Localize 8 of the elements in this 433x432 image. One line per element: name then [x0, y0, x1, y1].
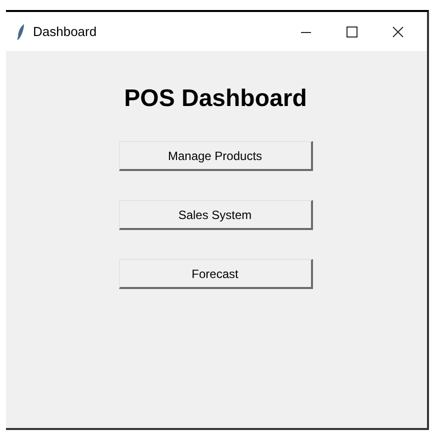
window-title: Dashboard	[33, 22, 97, 41]
menu-button[interactable]: Manage Products	[118, 141, 312, 171]
dashboard-heading: POS Dashboard	[124, 84, 307, 114]
menu-button[interactable]: Forecast	[118, 259, 312, 289]
close-icon[interactable]	[392, 26, 404, 38]
menu-button[interactable]: Sales System	[118, 200, 312, 230]
maximize-icon[interactable]	[346, 26, 358, 38]
feather-icon	[17, 24, 25, 40]
